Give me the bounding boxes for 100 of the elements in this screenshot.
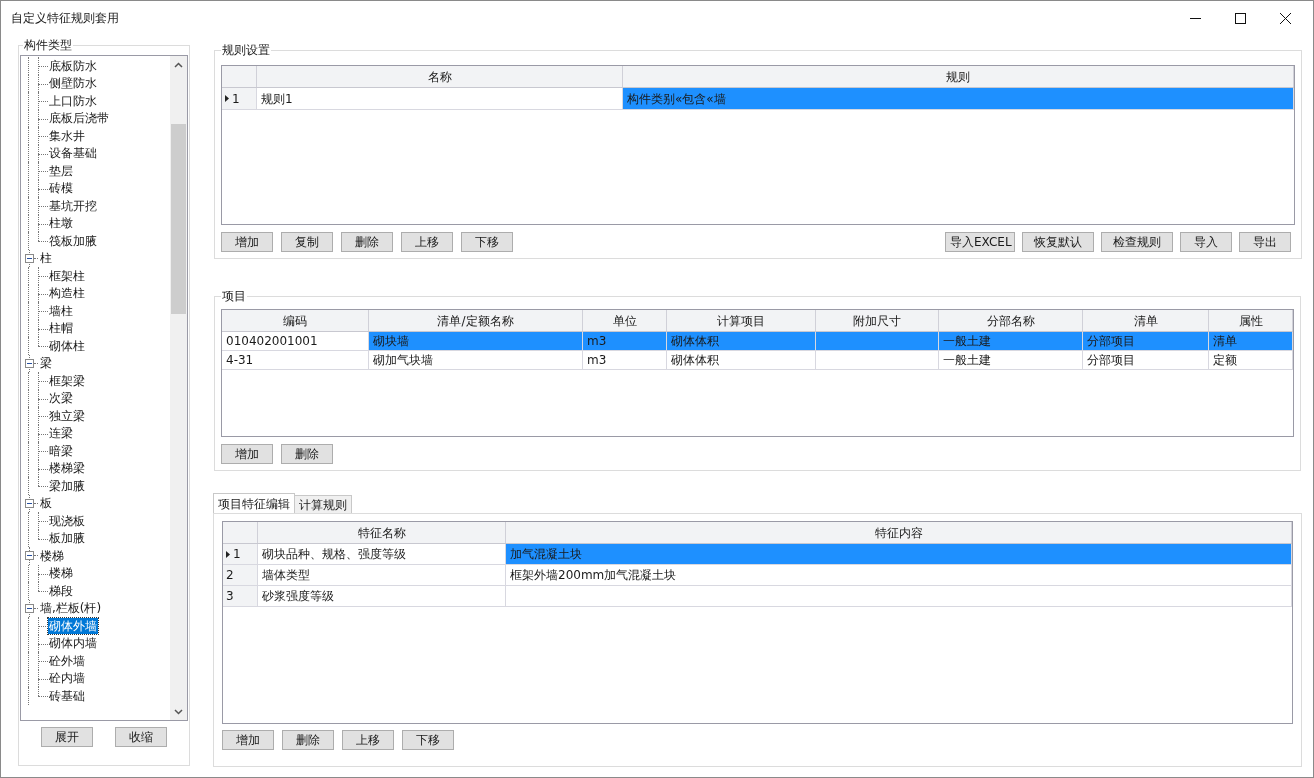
collapse-icon[interactable] <box>25 603 34 613</box>
table-cell: 4-31 <box>222 351 369 369</box>
tree-item[interactable]: 砌体柱 <box>48 337 86 354</box>
tree-item[interactable]: 墙柱 <box>48 302 74 319</box>
tree-item[interactable]: 砼内墙 <box>48 670 86 687</box>
tree-item[interactable]: 暗梁 <box>48 442 74 459</box>
tree-item[interactable]: 砖模 <box>48 180 74 197</box>
scrollbar[interactable] <box>170 56 187 720</box>
row-number: 3 <box>226 588 234 605</box>
table-cell: 砌加气块墙 <box>369 351 583 369</box>
tree-item[interactable]: 板 <box>39 495 53 512</box>
table-cell: 分部项目 <box>1083 351 1209 369</box>
column-header: 清单/定额名称 <box>369 310 583 331</box>
button[interactable]: 展开 <box>41 727 93 747</box>
tree-item[interactable]: 现浇板 <box>48 512 86 529</box>
row-number: 1 <box>232 90 240 108</box>
button[interactable]: 导入EXCEL <box>945 232 1015 252</box>
button[interactable]: 复制 <box>281 232 333 252</box>
table-cell: 砌体体积 <box>667 332 816 350</box>
button[interactable]: 删除 <box>341 232 393 252</box>
collapse-icon[interactable] <box>25 253 34 263</box>
tree-item[interactable]: 基坑开挖 <box>48 197 98 214</box>
table-cell: 墙体类型 <box>258 565 506 585</box>
tree-item[interactable]: 砌体内墙 <box>48 635 98 652</box>
tree-item[interactable]: 连梁 <box>48 425 74 442</box>
table-cell: 砌块墙 <box>369 332 583 350</box>
button[interactable]: 恢复默认 <box>1022 232 1094 252</box>
tree-item[interactable]: 独立梁 <box>48 407 86 424</box>
tree-item[interactable]: 楼梯梁 <box>48 460 86 477</box>
button[interactable]: 增加 <box>221 444 273 464</box>
tree-item[interactable]: 侧壁防水 <box>48 75 98 92</box>
table-cell: m3 <box>583 351 667 369</box>
table-cell: 清单 <box>1209 332 1293 350</box>
scroll-up-icon[interactable] <box>174 62 183 68</box>
column-header: 分部名称 <box>939 310 1083 331</box>
tree-item[interactable]: 次梁 <box>48 390 74 407</box>
maximize-icon[interactable] <box>1235 12 1246 24</box>
table-cell: 定额 <box>1209 351 1293 369</box>
table-cell: 砂浆强度等级 <box>258 586 506 606</box>
tree-item[interactable]: 砼外墙 <box>48 652 86 669</box>
close-icon[interactable] <box>1280 12 1291 24</box>
button[interactable]: 下移 <box>461 232 513 252</box>
tree-item[interactable]: 柱帽 <box>48 320 74 337</box>
column-header: 清单 <box>1083 310 1209 331</box>
column-header: 附加尺寸 <box>816 310 939 331</box>
button[interactable]: 删除 <box>282 730 334 750</box>
column-header: 特征名称 <box>258 522 506 543</box>
table-cell: 构件类别«包含«墙 <box>623 88 1294 109</box>
button[interactable]: 导入 <box>1180 232 1232 252</box>
tree-item[interactable]: 柱墩 <box>48 215 74 232</box>
tree-item[interactable]: 框架梁 <box>48 372 86 389</box>
tree-item[interactable]: 墙,栏板(杆) <box>39 600 103 617</box>
tree-item[interactable]: 框架柱 <box>48 267 86 284</box>
tree-item[interactable]: 集水井 <box>48 127 86 144</box>
tree-item[interactable]: 设备基础 <box>48 145 98 162</box>
column-header: 单位 <box>583 310 667 331</box>
scroll-down-icon[interactable] <box>174 709 183 715</box>
button[interactable]: 增加 <box>221 232 273 252</box>
tree-item[interactable]: 筏板加腋 <box>48 232 98 249</box>
collapse-icon[interactable] <box>25 551 34 561</box>
row-pointer-icon <box>226 550 230 558</box>
tree-item[interactable]: 上口防水 <box>48 92 98 109</box>
tree-item[interactable]: 砖基础 <box>48 687 86 704</box>
table-cell: 一般土建 <box>939 332 1083 350</box>
button[interactable]: 增加 <box>222 730 274 750</box>
group-title: 规则设置 <box>221 42 271 58</box>
tree-item[interactable]: 梁 <box>39 355 53 372</box>
tree-item[interactable]: 楼梯 <box>48 565 74 582</box>
table-cell: m3 <box>583 332 667 350</box>
button[interactable]: 导出 <box>1239 232 1291 252</box>
group-title: 项目 <box>221 288 247 304</box>
scrollbar-thumb[interactable] <box>171 124 186 314</box>
button[interactable]: 上移 <box>401 232 453 252</box>
tree-item[interactable]: 底板防水 <box>48 57 98 74</box>
tab[interactable]: 计算规则 <box>294 495 352 513</box>
table-cell: 分部项目 <box>1083 332 1209 350</box>
tree-item[interactable]: 垫层 <box>48 162 74 179</box>
table-cell: 框架外墙200mm加气混凝土块 <box>506 565 1292 585</box>
tab[interactable]: 项目特征编辑 <box>213 493 295 513</box>
column-header: 属性 <box>1209 310 1293 331</box>
tree-item[interactable]: 柱 <box>39 250 53 267</box>
tree-item[interactable]: 板加腋 <box>48 530 86 547</box>
table-cell: 一般土建 <box>939 351 1083 369</box>
tree-item[interactable]: 梯段 <box>48 582 74 599</box>
tree-item[interactable]: 楼梯 <box>39 547 65 564</box>
button[interactable]: 收缩 <box>115 727 167 747</box>
collapse-icon[interactable] <box>25 498 34 508</box>
button[interactable]: 删除 <box>281 444 333 464</box>
tree-item[interactable]: 构造柱 <box>48 285 86 302</box>
column-header: 规则 <box>623 66 1294 87</box>
tree-item[interactable]: 梁加腋 <box>48 477 86 494</box>
column-header: 名称 <box>257 66 623 87</box>
window-title: 自定义特征规则套用 <box>11 10 119 27</box>
button[interactable]: 下移 <box>402 730 454 750</box>
tree-item[interactable]: 底板后浇带 <box>48 110 110 127</box>
column-header: 计算项目 <box>667 310 816 331</box>
tree-item[interactable]: 砌体外墙 <box>48 617 98 634</box>
button[interactable]: 检查规则 <box>1101 232 1173 252</box>
collapse-icon[interactable] <box>25 358 34 368</box>
button[interactable]: 上移 <box>342 730 394 750</box>
